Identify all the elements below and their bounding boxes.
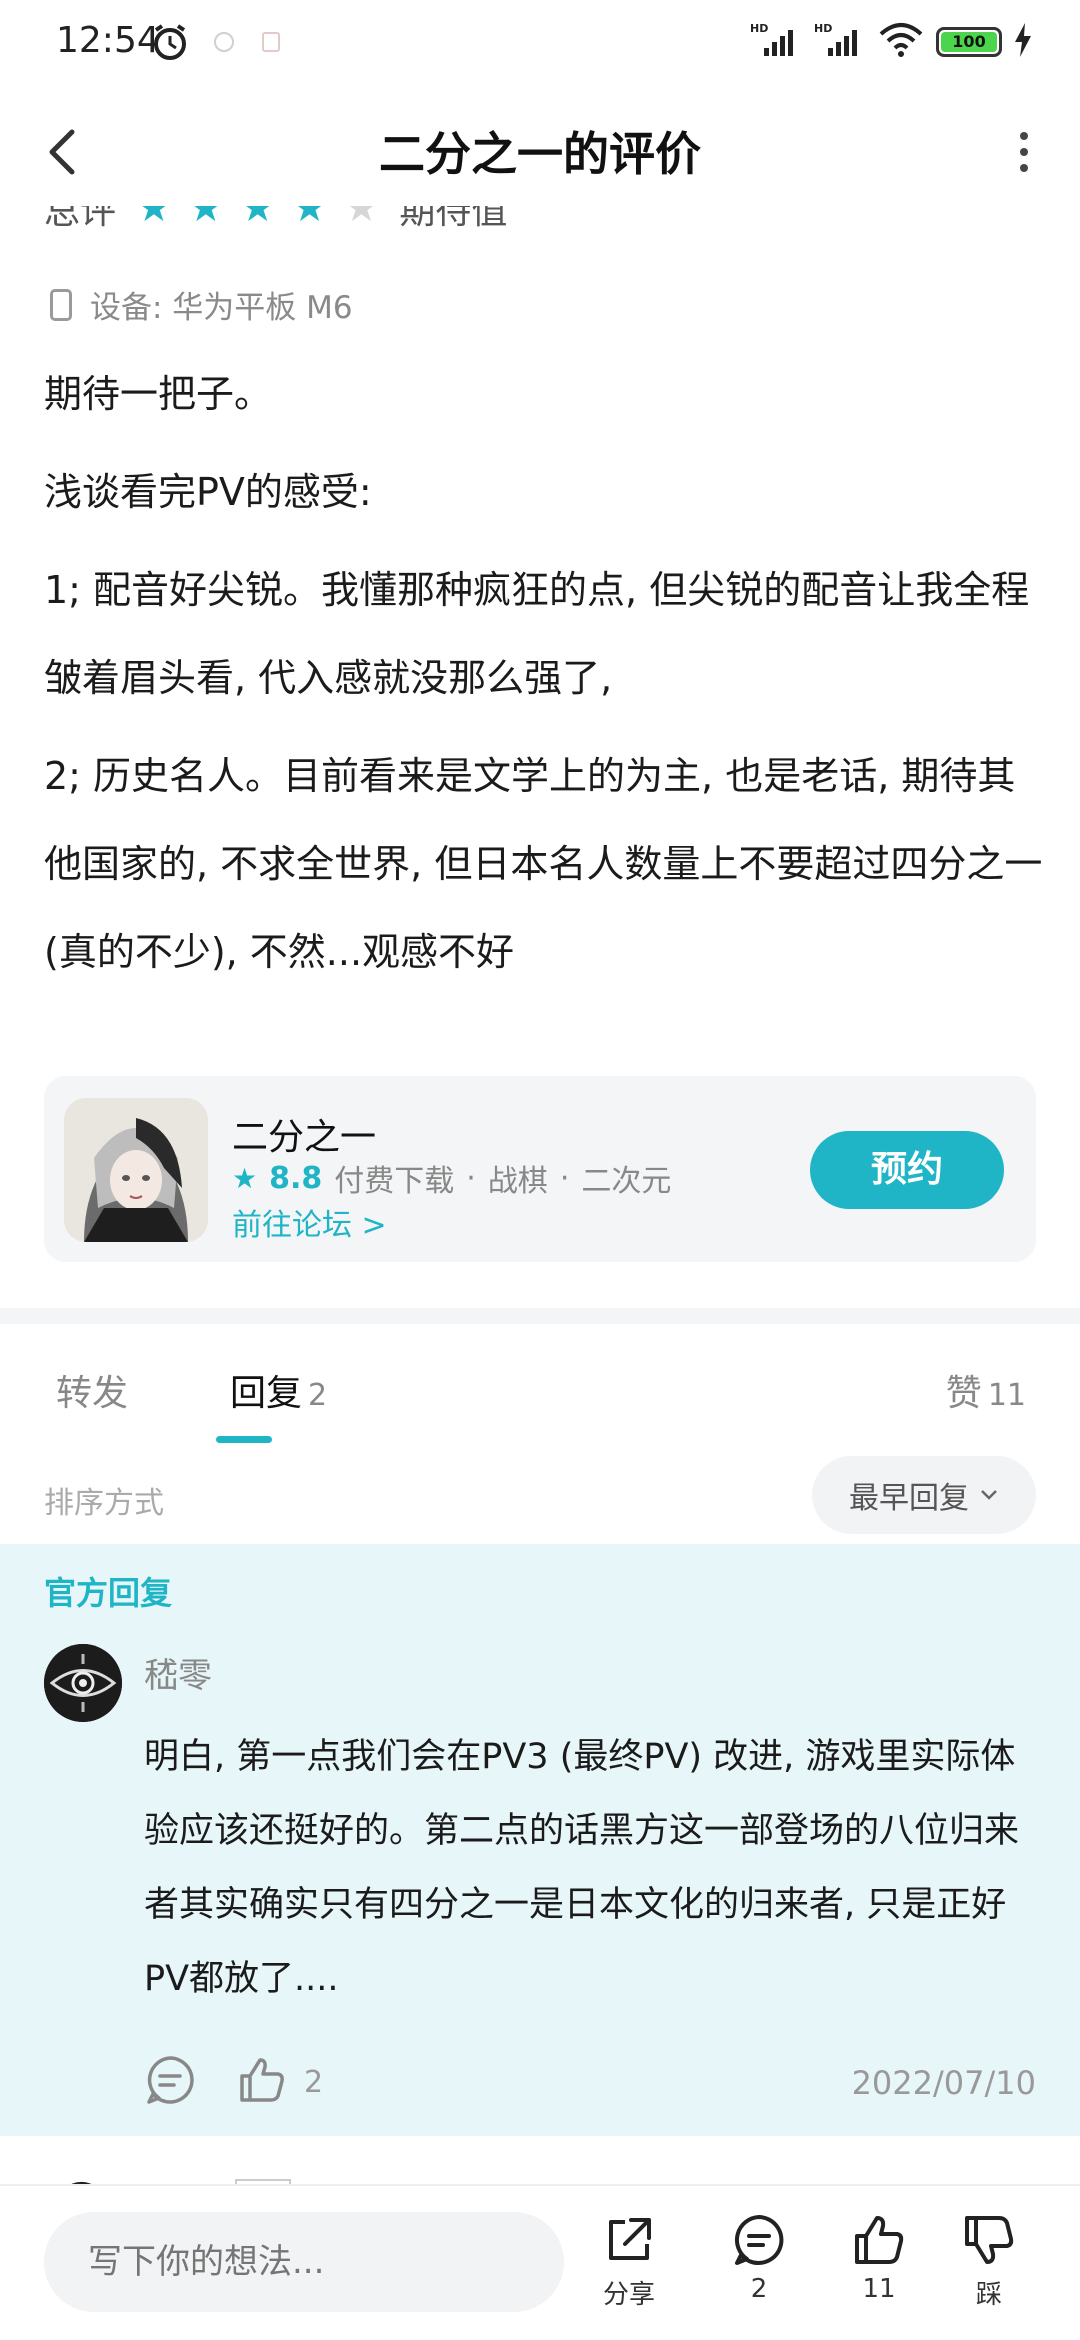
review-paragraph: 期待一把子。: [44, 372, 273, 416]
tab-likes-label: 赞: [945, 1373, 982, 1414]
rating-row: 总评 ★ ★ ★ ★ ★ 期待值: [44, 206, 744, 240]
device-label: 设备: 华为平板 M6: [90, 290, 353, 326]
tab-reply[interactable]: 回复 2: [230, 1364, 327, 1416]
avatar[interactable]: [44, 1644, 122, 1722]
comment-input[interactable]: [44, 2212, 564, 2312]
svg-text:HD: HD: [814, 22, 832, 35]
thumbs-down-icon: [965, 2216, 1014, 2264]
review-paragraph: 1; 配音好尖锐。我懂那种疯狂的点, 但尖锐的配音让我全程皱着眉头看, 代入感就…: [44, 568, 1030, 700]
status-time: 12:54: [56, 20, 160, 61]
review-paragraph: 浅谈看完PV的感受:: [44, 470, 372, 514]
reply-text: 明白, 第一点我们会在PV3 (最终PV) 改进, 游戏里实际体验应该还挺好的。…: [144, 1737, 1020, 1999]
game-tag: 付费下载: [334, 1164, 455, 1199]
game-tag: 战棋: [487, 1164, 548, 1199]
star-icon: ★: [232, 1161, 258, 1195]
separator: ·: [559, 1160, 570, 1196]
sort-value: 最早回复: [849, 1481, 969, 1516]
section-divider: [0, 1308, 1080, 1324]
rating-stars: ★ ★ ★ ★ ★: [136, 206, 379, 231]
share-button[interactable]: 分享: [584, 2212, 674, 2311]
tab-likes[interactable]: 赞 11: [946, 1364, 1026, 1416]
tablet-icon: [50, 288, 72, 321]
chevron-down-icon: [981, 1490, 997, 1500]
reply-date: 2022/07/10: [851, 2064, 1036, 2102]
device-info: 设备: 华为平板 M6: [50, 282, 353, 327]
like-count: 11: [862, 2274, 896, 2304]
game-score: 8.8: [269, 1160, 323, 1196]
cellular-signal-icon: HD: [814, 22, 866, 62]
tab-likes-count: 11: [987, 1378, 1026, 1413]
comment-button[interactable]: 2: [714, 2212, 804, 2304]
reply-like-button[interactable]: [236, 2054, 288, 2110]
like-button[interactable]: 11: [834, 2212, 924, 2304]
sort-label: 排序方式: [44, 1486, 164, 1521]
tab-bar: 转发 回复 2 赞 11: [0, 1340, 1080, 1443]
tab-active-indicator: [216, 1436, 272, 1443]
star-empty-icon: ★: [343, 206, 380, 231]
share-label: 分享: [602, 2280, 655, 2310]
game-name[interactable]: 二分之一: [232, 1108, 376, 1160]
page-title: 二分之一的评价: [379, 127, 701, 181]
game-card[interactable]: 二分之一 ★ 8.8 付费下载 · 战棋 · 二次元 前往论坛 > 预约: [44, 1076, 1036, 1262]
star-icon: ★: [239, 206, 276, 231]
more-options-button[interactable]: [994, 122, 1054, 182]
tab-reply-label: 回复: [230, 1373, 303, 1414]
status-bar: 12:54 HD HD 100: [0, 0, 1080, 86]
sort-dropdown[interactable]: 最早回复: [812, 1456, 1036, 1534]
bottom-bar: 分享 2 11 踩: [0, 2184, 1080, 2340]
game-meta: ★ 8.8 付费下载 · 战棋 · 二次元: [232, 1156, 671, 1200]
official-reply-label: 官方回复: [44, 1574, 173, 1612]
official-reply: 官方回复 嵇零 明白, 第一点我们会在PV3 (最终PV) 改进, 游戏里实际体…: [0, 1544, 1080, 2136]
alarm-icon: [150, 22, 190, 66]
review-paragraph: 2; 历史名人。目前看来是文学上的为主, 也是老话, 期待其他国家的, 不求全世…: [44, 754, 1043, 974]
thumbs-up-icon: [240, 2058, 284, 2102]
rating-suffix: 期待值: [399, 206, 508, 232]
dislike-button[interactable]: 踩: [944, 2212, 1034, 2311]
reserve-button[interactable]: 预约: [810, 1131, 1004, 1209]
charging-icon: [1014, 23, 1032, 61]
thumbs-up-icon: [855, 2216, 904, 2264]
review-body: 期待一把子。 浅谈看完PV的感受: 1; 配音好尖锐。我懂那种疯狂的点, 但尖锐…: [44, 350, 1044, 1006]
reply-like-count: 2: [304, 2064, 324, 2100]
comment-count: 2: [750, 2274, 768, 2304]
game-tag: 二次元: [581, 1164, 672, 1199]
svg-text:HD: HD: [750, 22, 768, 35]
dislike-label: 踩: [975, 2280, 1002, 2310]
game-icon[interactable]: [64, 1098, 208, 1242]
battery-icon: 100: [936, 27, 1002, 57]
share-icon: [609, 2218, 651, 2260]
star-icon: ★: [291, 206, 328, 231]
wifi-icon: [878, 22, 924, 62]
forum-link[interactable]: 前往论坛 >: [232, 1200, 387, 1244]
cellular-signal-icon: HD: [750, 22, 802, 62]
tab-reply-count: 2: [308, 1378, 328, 1413]
battery-level: 100: [941, 32, 997, 52]
reply-username[interactable]: 嵇零: [144, 1648, 212, 1697]
separator: ·: [466, 1160, 476, 1196]
notification-icon: [262, 32, 280, 52]
comment-icon: [147, 2056, 194, 2104]
top-nav: 二分之一的评价: [0, 96, 1080, 206]
comment-icon: [734, 2215, 784, 2265]
star-icon: ★: [187, 206, 224, 231]
star-icon: ★: [136, 206, 172, 231]
reply-comment-button[interactable]: [144, 2054, 196, 2110]
tab-forward[interactable]: 转发: [56, 1364, 128, 1416]
notification-icon: [214, 32, 234, 52]
reply-actions: 2: [144, 2054, 323, 2110]
rating-label: 总评: [44, 206, 117, 232]
